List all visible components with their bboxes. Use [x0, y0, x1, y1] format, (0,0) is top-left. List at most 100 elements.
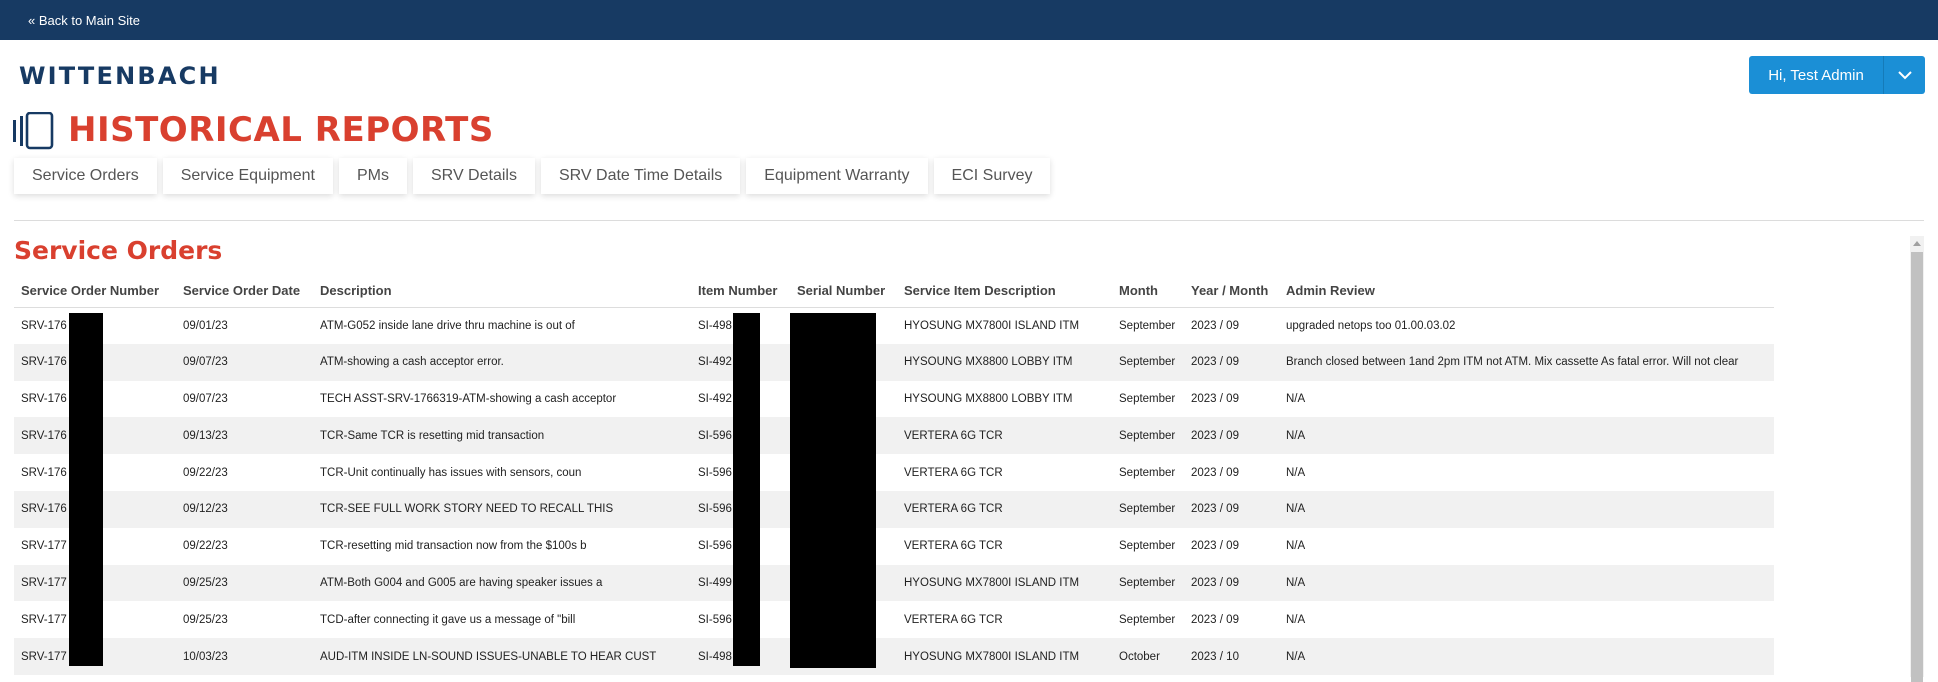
description-cell: TCR-resetting mid transaction now from t… [320, 540, 587, 553]
column-header[interactable]: Description [313, 275, 691, 308]
service-item-description-cell: HYOSUNG MX7800I ISLAND ITM [897, 564, 1112, 602]
table-row[interactable]: SRV-176 09/07/23 TECH ASST-SRV-1766319-ATM… [14, 381, 1774, 418]
table-row[interactable]: SRV-176 09/07/23 ATM-showing a cash accept… [14, 343, 1774, 381]
redaction-block [69, 313, 103, 666]
scroll-up-arrow-icon[interactable] [1910, 236, 1924, 250]
admin-review-cell: N/A [1286, 540, 1306, 553]
description-cell: TCR-Same TCR is resetting mid transactio… [313, 417, 691, 455]
month-cell: September [1112, 564, 1184, 602]
service-item-description-cell: HYOSUNG MX7800I ISLAND ITM [904, 319, 1080, 332]
year-month-cell: 2023 / 09 [1184, 490, 1279, 528]
year-month-cell: 2023 / 09 [1184, 564, 1279, 602]
cards-icon [13, 111, 55, 150]
column-header[interactable]: Service Item Description [897, 275, 1112, 308]
service-orders-table: Service Order Number Service Order Date … [14, 275, 1774, 675]
admin-review-cell: upgraded netops too 01.00.03.02 [1286, 319, 1456, 332]
service-item-description-cell: VERTERA 6G TCR [904, 466, 1003, 479]
year-month-cell: 2023 / 09 [1184, 417, 1279, 455]
table-header-row: Service Order Number Service Order Date … [14, 275, 1774, 308]
column-header[interactable]: Month [1112, 275, 1184, 308]
column-header[interactable]: Year / Month [1184, 275, 1279, 308]
table-row[interactable]: SRV-176 09/12/23 TCR-SEE FULL WORK STORY N… [14, 490, 1774, 528]
service-order-date-cell: 09/25/23 [183, 613, 228, 626]
service-item-description-cell: HYSOUNG MX8800 LOBBY ITM [897, 343, 1112, 381]
year-month-cell: 2023 / 09 [1191, 392, 1239, 405]
tab-pms[interactable]: PMs [339, 158, 407, 194]
service-item-description-cell: HYSOUNG MX8800 LOBBY ITM [904, 392, 1073, 405]
service-order-date-cell: 09/13/23 [176, 417, 313, 455]
tab-srv-details[interactable]: SRV Details [413, 158, 535, 194]
chevron-down-icon[interactable] [1883, 56, 1925, 94]
year-month-cell: 2023 / 09 [1184, 343, 1279, 381]
table-body: SRV-176 09/01/23 ATM-G052 inside lane driv… [14, 307, 1774, 675]
back-to-main-site-link[interactable]: « Back to Main Site [28, 13, 140, 28]
page-title: HISTORICAL REPORTS [68, 110, 494, 150]
year-month-cell: 2023 / 09 [1191, 466, 1239, 479]
year-month-cell: 2023 / 09 [1191, 319, 1239, 332]
column-header[interactable]: Service Order Number [14, 275, 176, 308]
year-month-cell: 2023 / 09 [1191, 540, 1239, 553]
column-header[interactable]: Admin Review [1279, 275, 1774, 308]
service-order-date-cell: 10/03/23 [176, 638, 313, 675]
admin-review-cell: N/A [1279, 490, 1774, 528]
month-cell: September [1119, 319, 1176, 332]
month-cell: September [1112, 343, 1184, 381]
user-menu-button[interactable]: Hi, Test Admin [1749, 56, 1925, 94]
report-tabs: Service Orders Service Equipment PMs SRV… [14, 158, 1051, 194]
tab-srv-date-time-details[interactable]: SRV Date Time Details [540, 158, 741, 194]
section-title: Service Orders [14, 236, 223, 265]
admin-review-cell: N/A [1286, 466, 1306, 479]
service-order-date-cell: 09/07/23 [183, 392, 228, 405]
table-row[interactable]: SRV-176 09/22/23 TCR-Unit continually has … [14, 454, 1774, 491]
wittenbach-logo[interactable]: WITTENBACH [19, 62, 221, 90]
year-month-cell: 2023 / 09 [1191, 613, 1239, 626]
service-order-date-cell: 09/25/23 [176, 564, 313, 602]
redaction-block [733, 313, 760, 666]
service-item-description-cell: HYOSUNG MX7800I ISLAND ITM [897, 638, 1112, 675]
service-item-description-cell: VERTERA 6G TCR [904, 540, 1003, 553]
column-header[interactable]: Item Number [691, 275, 790, 308]
description-cell: TCD-after connecting it gave us a messag… [320, 613, 576, 626]
description-cell: ATM-Both G004 and G005 are having speake… [313, 564, 691, 602]
admin-review-cell: N/A [1286, 613, 1306, 626]
table-row[interactable]: SRV-177 10/03/23 AUD-ITM INSIDE LN-SOUND I… [14, 638, 1774, 675]
service-order-date-cell: 09/22/23 [183, 466, 228, 479]
admin-review-cell: N/A [1279, 638, 1774, 675]
service-item-description-cell: VERTERA 6G TCR [897, 417, 1112, 455]
service-orders-table-container: Service Order Number Service Order Date … [14, 275, 1774, 675]
user-greeting[interactable]: Hi, Test Admin [1749, 56, 1883, 94]
top-bar: « Back to Main Site [0, 0, 1938, 40]
vertical-scrollbar[interactable] [1910, 236, 1924, 682]
tab-equipment-warranty[interactable]: Equipment Warranty [746, 158, 928, 194]
month-cell: October [1112, 638, 1184, 675]
tab-service-equipment[interactable]: Service Equipment [162, 158, 333, 194]
admin-review-cell: N/A [1286, 392, 1306, 405]
table-row[interactable]: SRV-177 09/25/23 ATM-Both G004 and G005 ar… [14, 564, 1774, 602]
service-order-date-cell: 09/22/23 [183, 540, 228, 553]
month-cell: September [1119, 540, 1176, 553]
description-cell: TCR-SEE FULL WORK STORY NEED TO RECALL T… [313, 490, 691, 528]
description-cell: ATM-G052 inside lane drive thru machine … [320, 319, 575, 332]
service-order-date-cell: 09/12/23 [176, 490, 313, 528]
service-order-date-cell: 09/07/23 [176, 343, 313, 381]
redaction-block [790, 313, 876, 668]
tab-service-orders[interactable]: Service Orders [14, 158, 157, 194]
scrollbar-thumb[interactable] [1911, 252, 1923, 682]
section-divider [14, 220, 1924, 221]
description-cell: AUD-ITM INSIDE LN-SOUND ISSUES-UNABLE TO… [313, 638, 691, 675]
description-cell: ATM-showing a cash acceptor error. [313, 343, 691, 381]
table-row[interactable]: SRV-177 09/22/23 TCR-resetting mid transac… [14, 528, 1774, 565]
month-cell: September [1119, 466, 1176, 479]
table-row[interactable]: SRV-177 09/25/23 TCD-after connecting it g… [14, 601, 1774, 638]
column-header[interactable]: Serial Number [790, 275, 897, 308]
column-header[interactable]: Service Order Date [176, 275, 313, 308]
service-order-date-cell: 09/01/23 [183, 319, 228, 332]
table-row[interactable]: SRV-176 09/01/23 ATM-G052 inside lane driv… [14, 307, 1774, 344]
table-row[interactable]: SRV-176 09/13/23 TCR-Same TCR is resetting… [14, 417, 1774, 455]
month-cell: September [1112, 417, 1184, 455]
month-cell: September [1119, 392, 1176, 405]
description-cell: TECH ASST-SRV-1766319-ATM-showing a cash… [320, 392, 617, 405]
tab-eci-survey[interactable]: ECI Survey [933, 158, 1051, 194]
admin-review-cell: N/A [1279, 417, 1774, 455]
service-item-description-cell: VERTERA 6G TCR [904, 613, 1003, 626]
